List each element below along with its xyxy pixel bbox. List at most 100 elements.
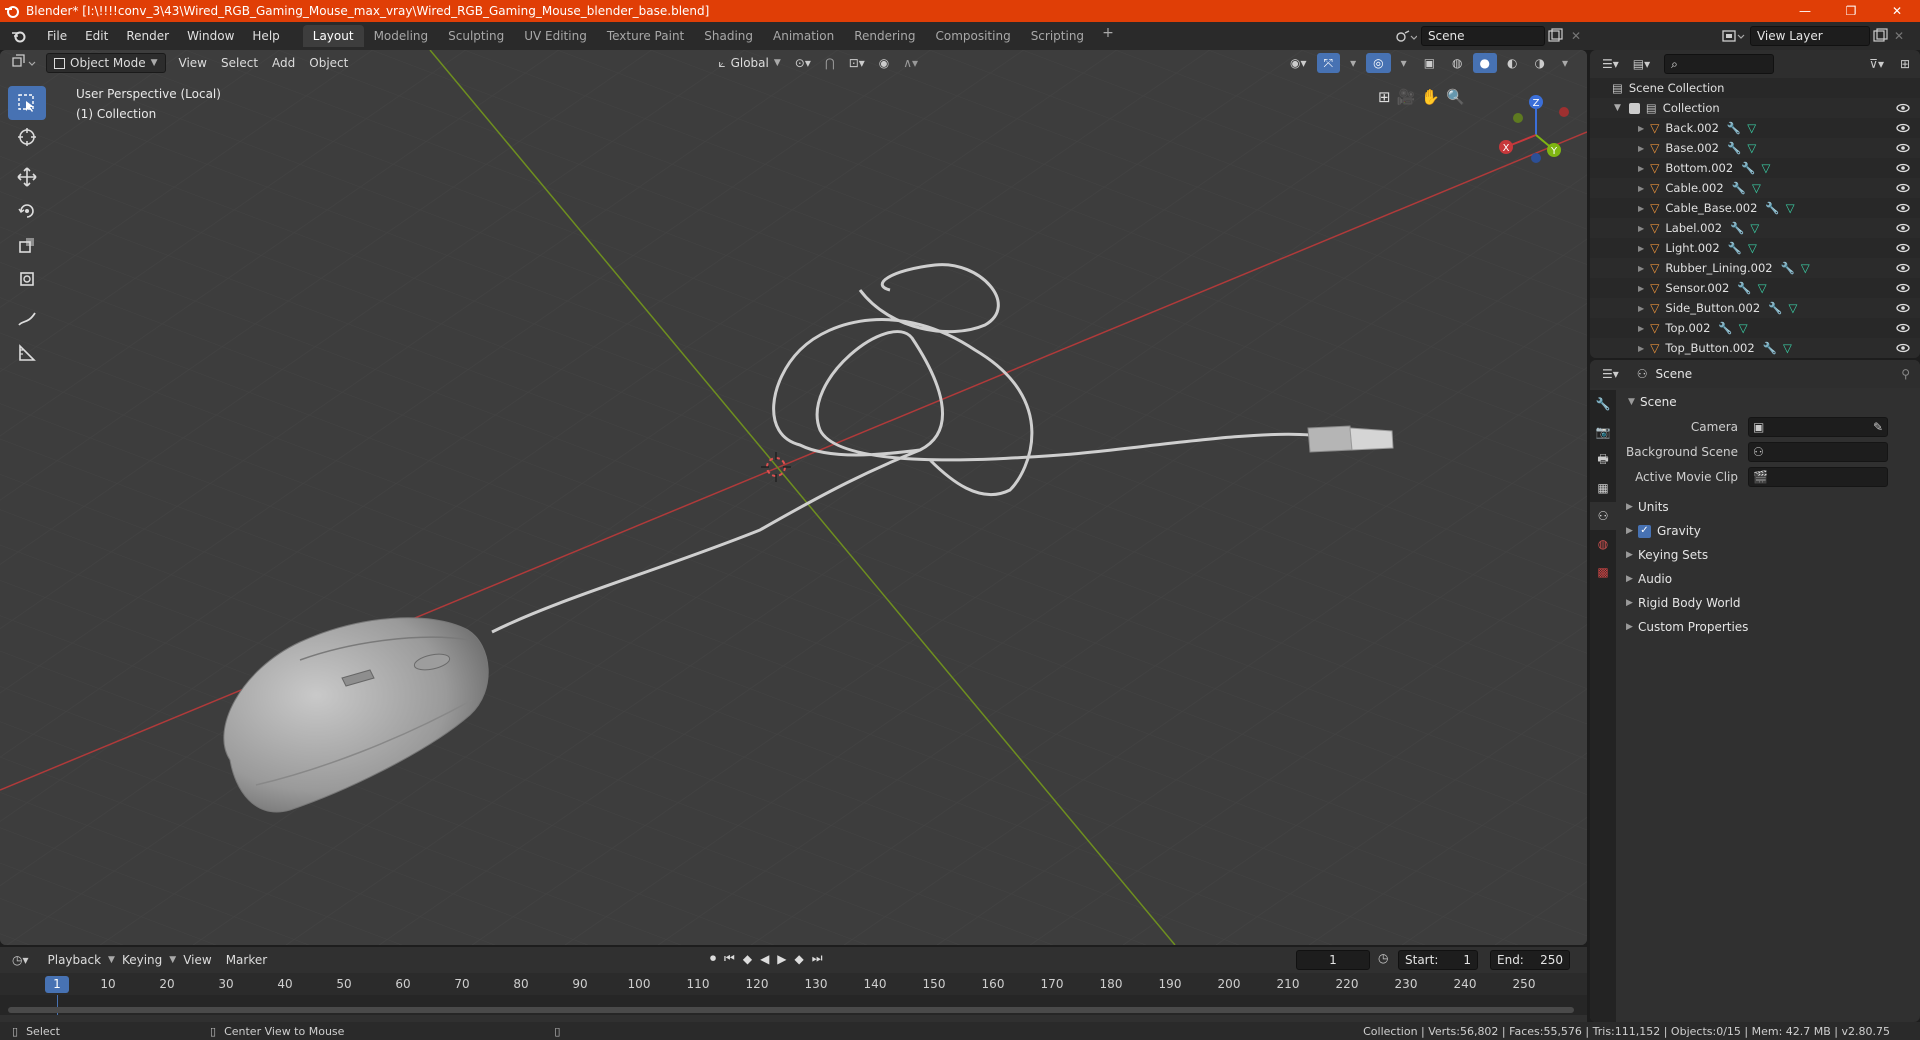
- eye-icon[interactable]: [1896, 341, 1910, 355]
- expand-arrow-icon[interactable]: ▶: [1638, 204, 1644, 213]
- snap-icon[interactable]: ⋂: [818, 53, 842, 73]
- material-shading-icon[interactable]: ◐: [1500, 53, 1524, 73]
- transform-orientation-dropdown[interactable]: ⟀ Global ▼: [711, 53, 787, 73]
- tab-compositing[interactable]: Compositing: [925, 25, 1020, 47]
- tab-layout[interactable]: Layout: [302, 25, 364, 47]
- mesh-data-icon[interactable]: ▽: [1747, 121, 1756, 135]
- overlays-icon[interactable]: ◎: [1366, 53, 1391, 73]
- maximize-button[interactable]: ❐: [1828, 0, 1874, 22]
- outliner-object-row[interactable]: ▶ ▽ Top_Button.002 🔧 ▽: [1590, 338, 1920, 358]
- transform-tool[interactable]: [8, 262, 46, 296]
- scene-icon[interactable]: [1395, 28, 1417, 44]
- cursor-tool[interactable]: [8, 120, 46, 154]
- mesh-data-icon[interactable]: ▽: [1786, 201, 1795, 215]
- scene-name-field[interactable]: Scene: [1420, 26, 1545, 46]
- scale-tool[interactable]: [8, 228, 46, 262]
- background-scene-field[interactable]: ⚇: [1748, 441, 1888, 462]
- usb-connector[interactable]: [1307, 425, 1394, 453]
- new-collection-icon[interactable]: ⊞: [1900, 57, 1910, 71]
- eye-icon[interactable]: [1896, 321, 1910, 335]
- modifier-icon[interactable]: 🔧: [1727, 141, 1741, 155]
- grid-view-icon[interactable]: ⊞: [1378, 88, 1391, 106]
- timeline-scrollbar[interactable]: [8, 1007, 1574, 1013]
- mesh-data-icon[interactable]: ▽: [1801, 261, 1810, 275]
- gravity-checkbox[interactable]: ✓: [1638, 524, 1651, 538]
- annotate-tool[interactable]: [8, 302, 46, 336]
- tab-animation[interactable]: Animation: [763, 25, 844, 47]
- rendered-shading-icon[interactable]: ◑: [1527, 53, 1551, 73]
- eye-icon[interactable]: [1896, 301, 1910, 315]
- record-keyframe-icon[interactable]: ⏺: [710, 951, 716, 966]
- expand-arrow-icon[interactable]: ▶: [1638, 324, 1644, 333]
- mesh-data-icon[interactable]: ▽: [1783, 341, 1792, 355]
- eye-icon[interactable]: [1896, 101, 1910, 115]
- current-frame-field[interactable]: 1: [1296, 950, 1370, 970]
- view-layer-tab-icon[interactable]: ▦: [1590, 474, 1616, 502]
- tab-sculpting[interactable]: Sculpting: [438, 25, 514, 47]
- tab-rendering[interactable]: Rendering: [844, 25, 925, 47]
- gravity-panel-header[interactable]: ▶ ✓ Gravity: [1618, 519, 1920, 543]
- modifier-icon[interactable]: 🔧: [1718, 321, 1732, 335]
- expand-arrow-icon[interactable]: ▼: [1614, 103, 1621, 113]
- outliner-scene-collection[interactable]: ▤ Scene Collection: [1590, 78, 1920, 98]
- end-frame-field[interactable]: End: 250: [1490, 950, 1570, 970]
- current-frame-indicator[interactable]: 1: [45, 976, 69, 993]
- properties-editor-type-icon[interactable]: ☰▾: [1602, 367, 1619, 381]
- delete-view-layer-icon[interactable]: ✕: [1894, 29, 1904, 43]
- editor-type-icon[interactable]: [10, 54, 40, 72]
- scene-tab-icon[interactable]: ⚇: [1590, 502, 1616, 530]
- play-reverse-icon[interactable]: ◀: [760, 952, 769, 966]
- mesh-data-icon[interactable]: ▽: [1762, 161, 1771, 175]
- view-layer-icon[interactable]: [1720, 28, 1746, 44]
- mesh-data-icon[interactable]: ▽: [1747, 141, 1756, 155]
- expand-arrow-icon[interactable]: ▶: [1638, 244, 1644, 253]
- delete-scene-icon[interactable]: ✕: [1571, 29, 1581, 43]
- move-tool[interactable]: [8, 160, 46, 194]
- outliner-object-row[interactable]: ▶ ▽ Label.002 🔧 ▽: [1590, 218, 1920, 238]
- expand-arrow-icon[interactable]: ▶: [1638, 264, 1644, 273]
- tab-uv-editing[interactable]: UV Editing: [514, 25, 597, 47]
- mesh-data-icon[interactable]: ▽: [1748, 241, 1757, 255]
- modifier-icon[interactable]: 🔧: [1741, 161, 1755, 175]
- outliner-object-row[interactable]: ▶ ▽ Cable.002 🔧 ▽: [1590, 178, 1920, 198]
- measure-tool[interactable]: [8, 336, 46, 370]
- select-box-tool[interactable]: [8, 86, 46, 120]
- axis-navigation-gizmo[interactable]: Z X Y: [1496, 90, 1576, 170]
- outliner-object-row[interactable]: ▶ ▽ Sensor.002 🔧 ▽: [1590, 278, 1920, 298]
- timeline-menu-view[interactable]: View: [176, 950, 218, 970]
- collection-checkbox-icon[interactable]: [1628, 102, 1640, 114]
- minimize-button[interactable]: —: [1782, 0, 1828, 22]
- expand-arrow-icon[interactable]: ▶: [1638, 164, 1644, 173]
- overlays-dropdown-icon[interactable]: ▾: [1394, 53, 1414, 73]
- pan-view-icon[interactable]: ✋: [1421, 88, 1440, 106]
- eye-icon[interactable]: [1896, 241, 1910, 255]
- view-layer-field[interactable]: View Layer: [1749, 26, 1870, 46]
- expand-arrow-icon[interactable]: ▶: [1638, 224, 1644, 233]
- viewport-menu-object[interactable]: Object: [302, 53, 355, 73]
- timeline-editor-type-icon[interactable]: ◷▾: [12, 953, 29, 967]
- outliner-object-row[interactable]: ▶ ▽ Back.002 🔧 ▽: [1590, 118, 1920, 138]
- outliner-collection[interactable]: ▼ ▤ Collection: [1590, 98, 1920, 118]
- expand-arrow-icon[interactable]: ▶: [1638, 344, 1644, 353]
- outliner-editor-type-icon[interactable]: ☰▾: [1602, 57, 1619, 71]
- eyedropper-icon[interactable]: ✎: [1873, 420, 1883, 434]
- eye-icon[interactable]: [1896, 161, 1910, 175]
- new-view-layer-icon[interactable]: [1870, 28, 1890, 44]
- eye-icon[interactable]: [1896, 181, 1910, 195]
- eye-icon[interactable]: [1896, 201, 1910, 215]
- shading-dropdown-icon[interactable]: ▾: [1555, 53, 1575, 73]
- tab-scripting[interactable]: Scripting: [1021, 25, 1094, 47]
- mesh-data-icon[interactable]: ▽: [1739, 321, 1748, 335]
- next-keyframe-icon[interactable]: ◆: [795, 952, 804, 966]
- snap-target-icon[interactable]: ⊡▾: [842, 53, 872, 73]
- viewport-menu-add[interactable]: Add: [265, 53, 302, 73]
- modifier-icon[interactable]: 🔧: [1781, 261, 1795, 275]
- modifier-icon[interactable]: 🔧: [1728, 241, 1742, 255]
- mesh-data-icon[interactable]: ▽: [1788, 301, 1797, 315]
- clock-icon[interactable]: ◷: [1378, 951, 1388, 965]
- menu-window[interactable]: Window: [178, 26, 243, 46]
- tool-tab-icon[interactable]: 🔧: [1590, 390, 1616, 418]
- filter-icon[interactable]: ⊽▾: [1869, 57, 1884, 71]
- menu-file[interactable]: File: [38, 26, 76, 46]
- scene-panel-header[interactable]: ▼ Scene: [1618, 390, 1920, 414]
